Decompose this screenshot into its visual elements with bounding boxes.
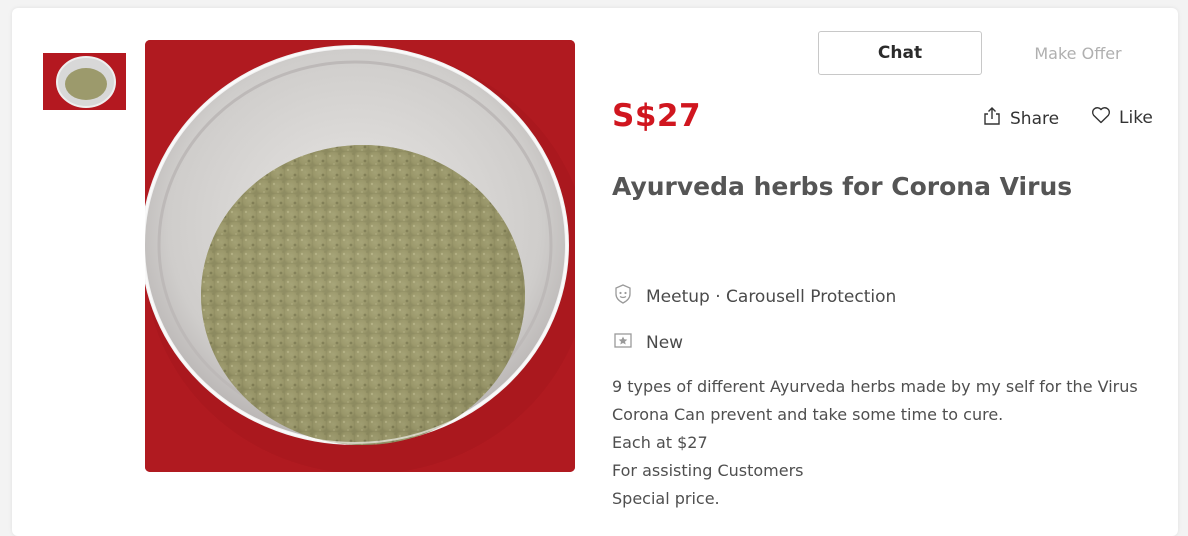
- make-offer-button[interactable]: Make Offer: [996, 31, 1160, 75]
- new-item-icon: [612, 329, 634, 356]
- share-button[interactable]: Share: [982, 106, 1059, 131]
- description-line: Special price.: [612, 489, 720, 508]
- share-label: Share: [1010, 108, 1060, 129]
- description-line: For assisting Customers: [612, 461, 804, 480]
- condition-info: New: [612, 329, 683, 356]
- main-product-photo[interactable]: [145, 40, 575, 472]
- like-button[interactable]: Like: [1091, 106, 1153, 129]
- photo-thumbnail[interactable]: [43, 53, 126, 110]
- share-icon: [982, 106, 1002, 131]
- like-label: Like: [1119, 107, 1153, 128]
- heart-icon: [1091, 106, 1111, 129]
- chat-button[interactable]: Chat: [818, 31, 982, 75]
- listing-price: S$27: [612, 98, 702, 134]
- description-line: 9 types of different Ayurveda herbs made…: [612, 377, 1138, 396]
- description-line: Corona Can prevent and take some time to…: [612, 405, 1004, 424]
- description-line: Each at $27: [612, 433, 708, 452]
- listing-description: 9 types of different Ayurveda herbs made…: [612, 373, 1172, 513]
- meetup-info: Meetup · Carousell Protection: [612, 283, 896, 310]
- listing-title: Ayurveda herbs for Corona Virus: [612, 172, 1073, 201]
- condition-label: New: [646, 332, 684, 353]
- shield-icon: [612, 283, 634, 310]
- meetup-label: Meetup · Carousell Protection: [646, 286, 897, 307]
